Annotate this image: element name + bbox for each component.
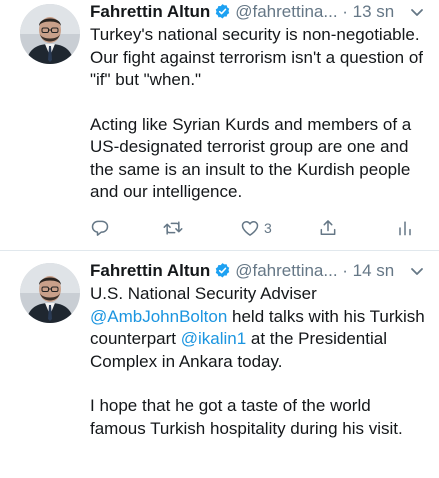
share-icon xyxy=(320,220,336,235)
avatar[interactable] xyxy=(20,4,80,64)
chevron-down-icon[interactable] xyxy=(409,4,425,20)
retweet-button[interactable] xyxy=(162,216,184,240)
analytics-button[interactable] xyxy=(396,216,414,240)
tweet-timestamp[interactable]: 14 sn xyxy=(353,261,395,280)
tweet-feed: Fahrettin Altun @fahrettina... · 13 sn Tu… xyxy=(0,0,439,478)
verified-badge-icon xyxy=(214,262,231,283)
tweet-text: U.S. National Security Adviser @AmbJohnB… xyxy=(90,283,429,440)
tweet-actions: 3 xyxy=(90,216,429,240)
mention-link[interactable]: @AmbJohnBolton xyxy=(90,307,227,326)
verified-badge-icon xyxy=(214,3,231,24)
separator-dot: · xyxy=(337,261,353,280)
heart-icon xyxy=(241,221,259,236)
avatar-photo xyxy=(20,4,80,64)
tweet-header: Fahrettin Altun @fahrettina... · 13 sn xyxy=(90,0,433,24)
like-count: 3 xyxy=(264,220,272,236)
author-name[interactable]: Fahrettin Altun xyxy=(90,2,210,21)
tweet-paragraph: I hope that he got a taste of the world … xyxy=(90,396,403,438)
tweet[interactable]: Fahrettin Altun @fahrettina... · 14 sn U.… xyxy=(0,250,439,478)
reply-icon xyxy=(91,220,109,236)
analytics-icon xyxy=(399,221,411,236)
mention-link[interactable]: @ikalin1 xyxy=(181,329,246,348)
text-segment: U.S. National Security Adviser xyxy=(90,284,317,303)
reply-button[interactable] xyxy=(90,216,110,240)
tweet-paragraph: Acting like Syrian Kurds and members of … xyxy=(90,114,412,202)
author-handle[interactable]: @fahrettina... xyxy=(235,261,337,280)
share-button[interactable] xyxy=(318,216,338,240)
tweet-paragraph: Turkey's national security is non-negoti… xyxy=(90,25,424,89)
tweet-text: Turkey's national security is non-negoti… xyxy=(90,24,429,204)
author-handle[interactable]: @fahrettina... xyxy=(235,2,337,21)
tweet[interactable]: Fahrettin Altun @fahrettina... · 13 sn Tu… xyxy=(0,0,439,250)
tweet-header: Fahrettin Altun @fahrettina... · 14 sn xyxy=(90,259,433,283)
avatar[interactable] xyxy=(20,263,80,323)
tweet-timestamp[interactable]: 13 sn xyxy=(353,2,395,21)
separator-dot: · xyxy=(337,2,353,21)
chevron-down-icon[interactable] xyxy=(409,263,425,279)
retweet-icon xyxy=(163,221,183,235)
author-name[interactable]: Fahrettin Altun xyxy=(90,261,210,280)
tweet-paragraph: U.S. National Security Adviser @AmbJohnB… xyxy=(90,283,429,373)
like-button[interactable]: 3 xyxy=(240,216,272,240)
avatar-photo xyxy=(20,263,80,323)
